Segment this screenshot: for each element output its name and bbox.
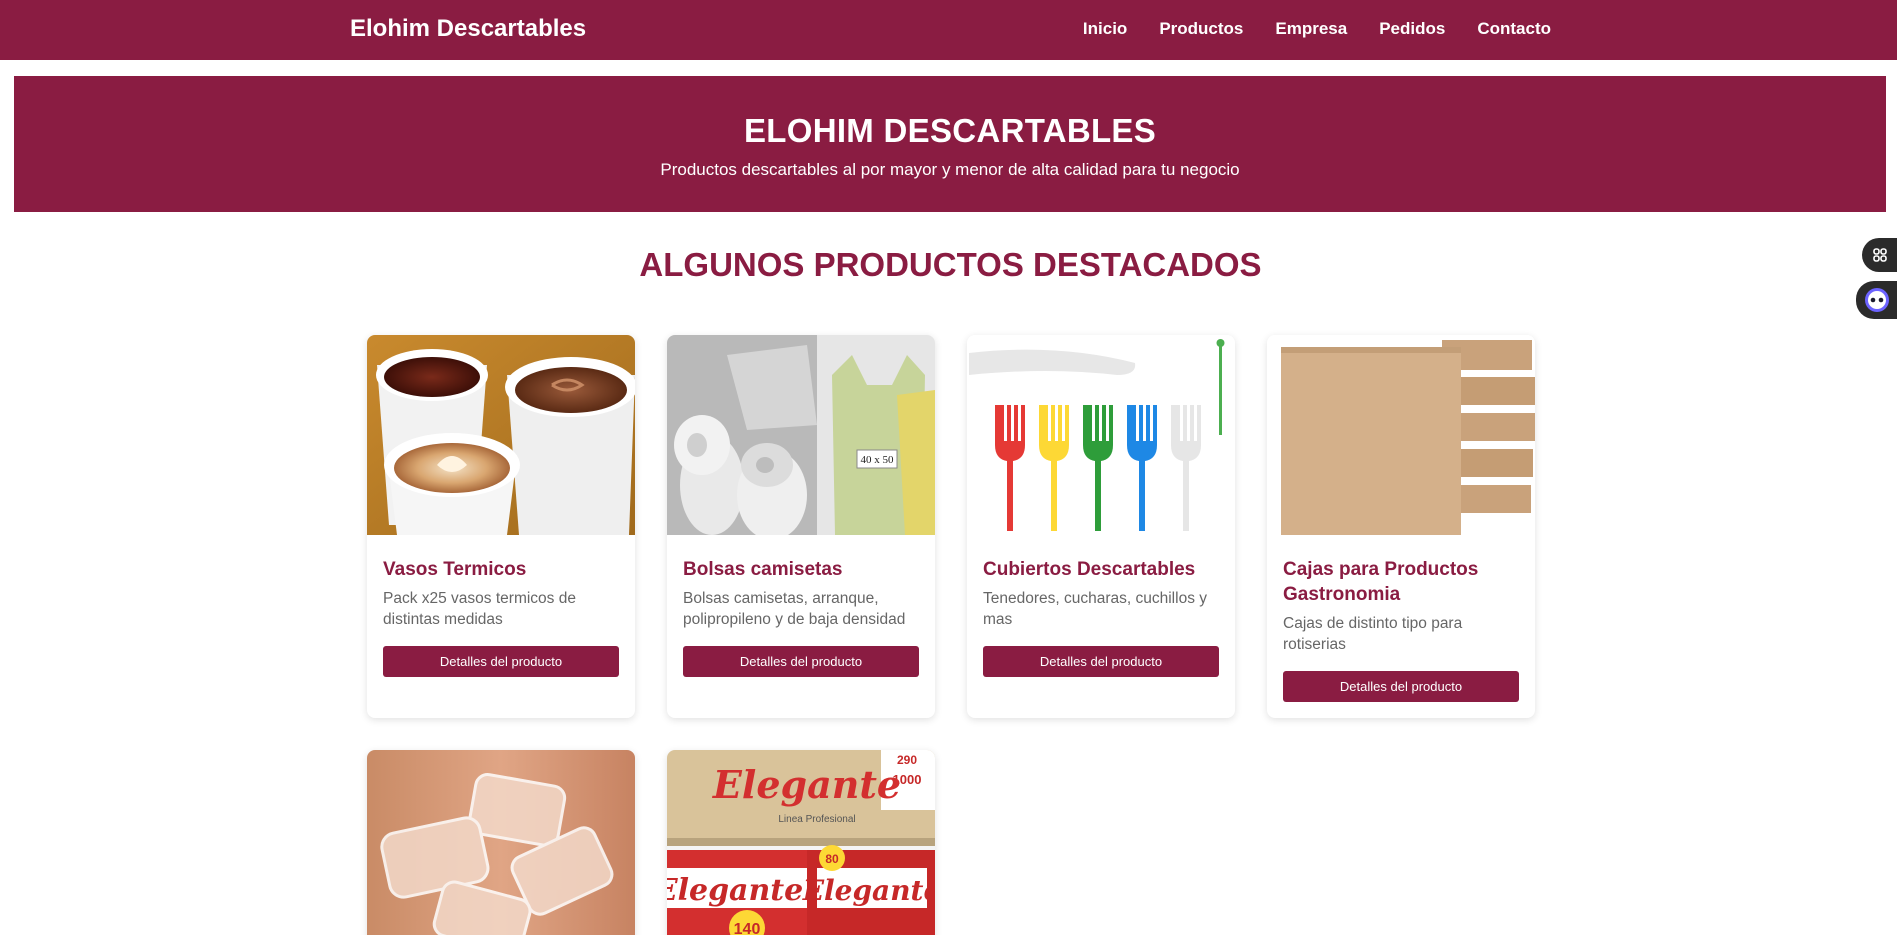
nav-link-pedidos[interactable]: Pedidos bbox=[1379, 19, 1445, 38]
product-title: Bolsas camisetas bbox=[683, 559, 843, 580]
nav-link-productos[interactable]: Productos bbox=[1159, 19, 1243, 38]
product-description: Tenedores, cucharas, cuchillos y mas bbox=[983, 590, 1208, 628]
nav-link-contacto[interactable]: Contacto bbox=[1477, 19, 1551, 38]
product-description: Pack x25 vasos termicos de distintas med… bbox=[383, 590, 576, 628]
product-title: Vasos Termicos bbox=[383, 559, 527, 580]
hero-banner: ELOHIM DESCARTABLES Productos descartabl… bbox=[14, 76, 1886, 212]
napkins-brand-pack-1: Elegante bbox=[667, 873, 803, 908]
brand-logo-link[interactable]: Elohim Descartables bbox=[350, 15, 586, 43]
napkins-brand-pack-2: Elegante bbox=[802, 874, 935, 907]
plastic-forks-image bbox=[967, 335, 1235, 535]
hero-subtitle: Productos descartables al por mayor y me… bbox=[660, 160, 1240, 179]
product-description: Bolsas camisetas, arranque, polipropilen… bbox=[683, 590, 906, 628]
product-card-vasos-termicos: Vasos Termicos Pack x25 vasos termicos d… bbox=[367, 335, 635, 718]
hero-title: ELOHIM DESCARTABLES bbox=[743, 112, 1157, 149]
product-details-button[interactable]: Detalles del producto bbox=[983, 646, 1219, 677]
assistant-widget-button[interactable] bbox=[1856, 281, 1897, 319]
napkins-count-80: 80 bbox=[825, 852, 839, 866]
plastic-trays-image bbox=[367, 750, 635, 935]
featured-products-heading: ALGUNOS PRODUCTOS DESTACADOS bbox=[639, 246, 1262, 283]
napkins-count-140: 140 bbox=[734, 921, 761, 935]
product-card-cajas: Cajas para Productos Gastronomia Cajas d… bbox=[1267, 335, 1535, 718]
nav-menu: Inicio Productos Empresa Pedidos Contact… bbox=[1083, 19, 1551, 39]
product-title: Cajas para Productos Gastronomia bbox=[1283, 559, 1479, 605]
product-card-bandejas bbox=[367, 750, 635, 935]
product-details-button[interactable]: Detalles del producto bbox=[383, 646, 619, 677]
command-icon bbox=[1873, 248, 1887, 262]
nav-link-empresa[interactable]: Empresa bbox=[1275, 19, 1347, 38]
navbar: Elohim Descartables Inicio Productos Emp… bbox=[0, 0, 1897, 60]
product-details-button[interactable]: Detalles del producto bbox=[683, 646, 919, 677]
product-description: Cajas de distinto tipo para rotiserias bbox=[1283, 615, 1463, 653]
bag-size-label: 40 x 50 bbox=[861, 454, 895, 466]
product-title: Cubiertos Descartables bbox=[983, 559, 1196, 580]
cardboard-boxes-image bbox=[1267, 335, 1535, 535]
product-card-servilletas: 290 1000 Elegante Linea Profesional Eleg… bbox=[667, 750, 935, 935]
product-card-cubiertos: Cubiertos Descartables Tenedores, cuchar… bbox=[967, 335, 1235, 718]
command-widget-button[interactable] bbox=[1862, 238, 1897, 272]
nav-link-inicio[interactable]: Inicio bbox=[1083, 19, 1127, 38]
product-card-bolsas-camisetas: 40 x 50 Bolsas camisetas Bolsas camiseta… bbox=[667, 335, 935, 718]
foam-cups-image bbox=[367, 335, 635, 535]
product-details-button[interactable]: Detalles del producto bbox=[1283, 671, 1519, 702]
napkins-image: 290 1000 Elegante Linea Profesional Eleg… bbox=[667, 750, 935, 935]
assistant-bot-icon bbox=[1865, 288, 1889, 312]
plastic-bags-image: 40 x 50 bbox=[667, 335, 935, 535]
napkins-subbrand: Linea Profesional bbox=[778, 814, 855, 825]
napkins-brand-box: Elegante bbox=[712, 762, 901, 807]
